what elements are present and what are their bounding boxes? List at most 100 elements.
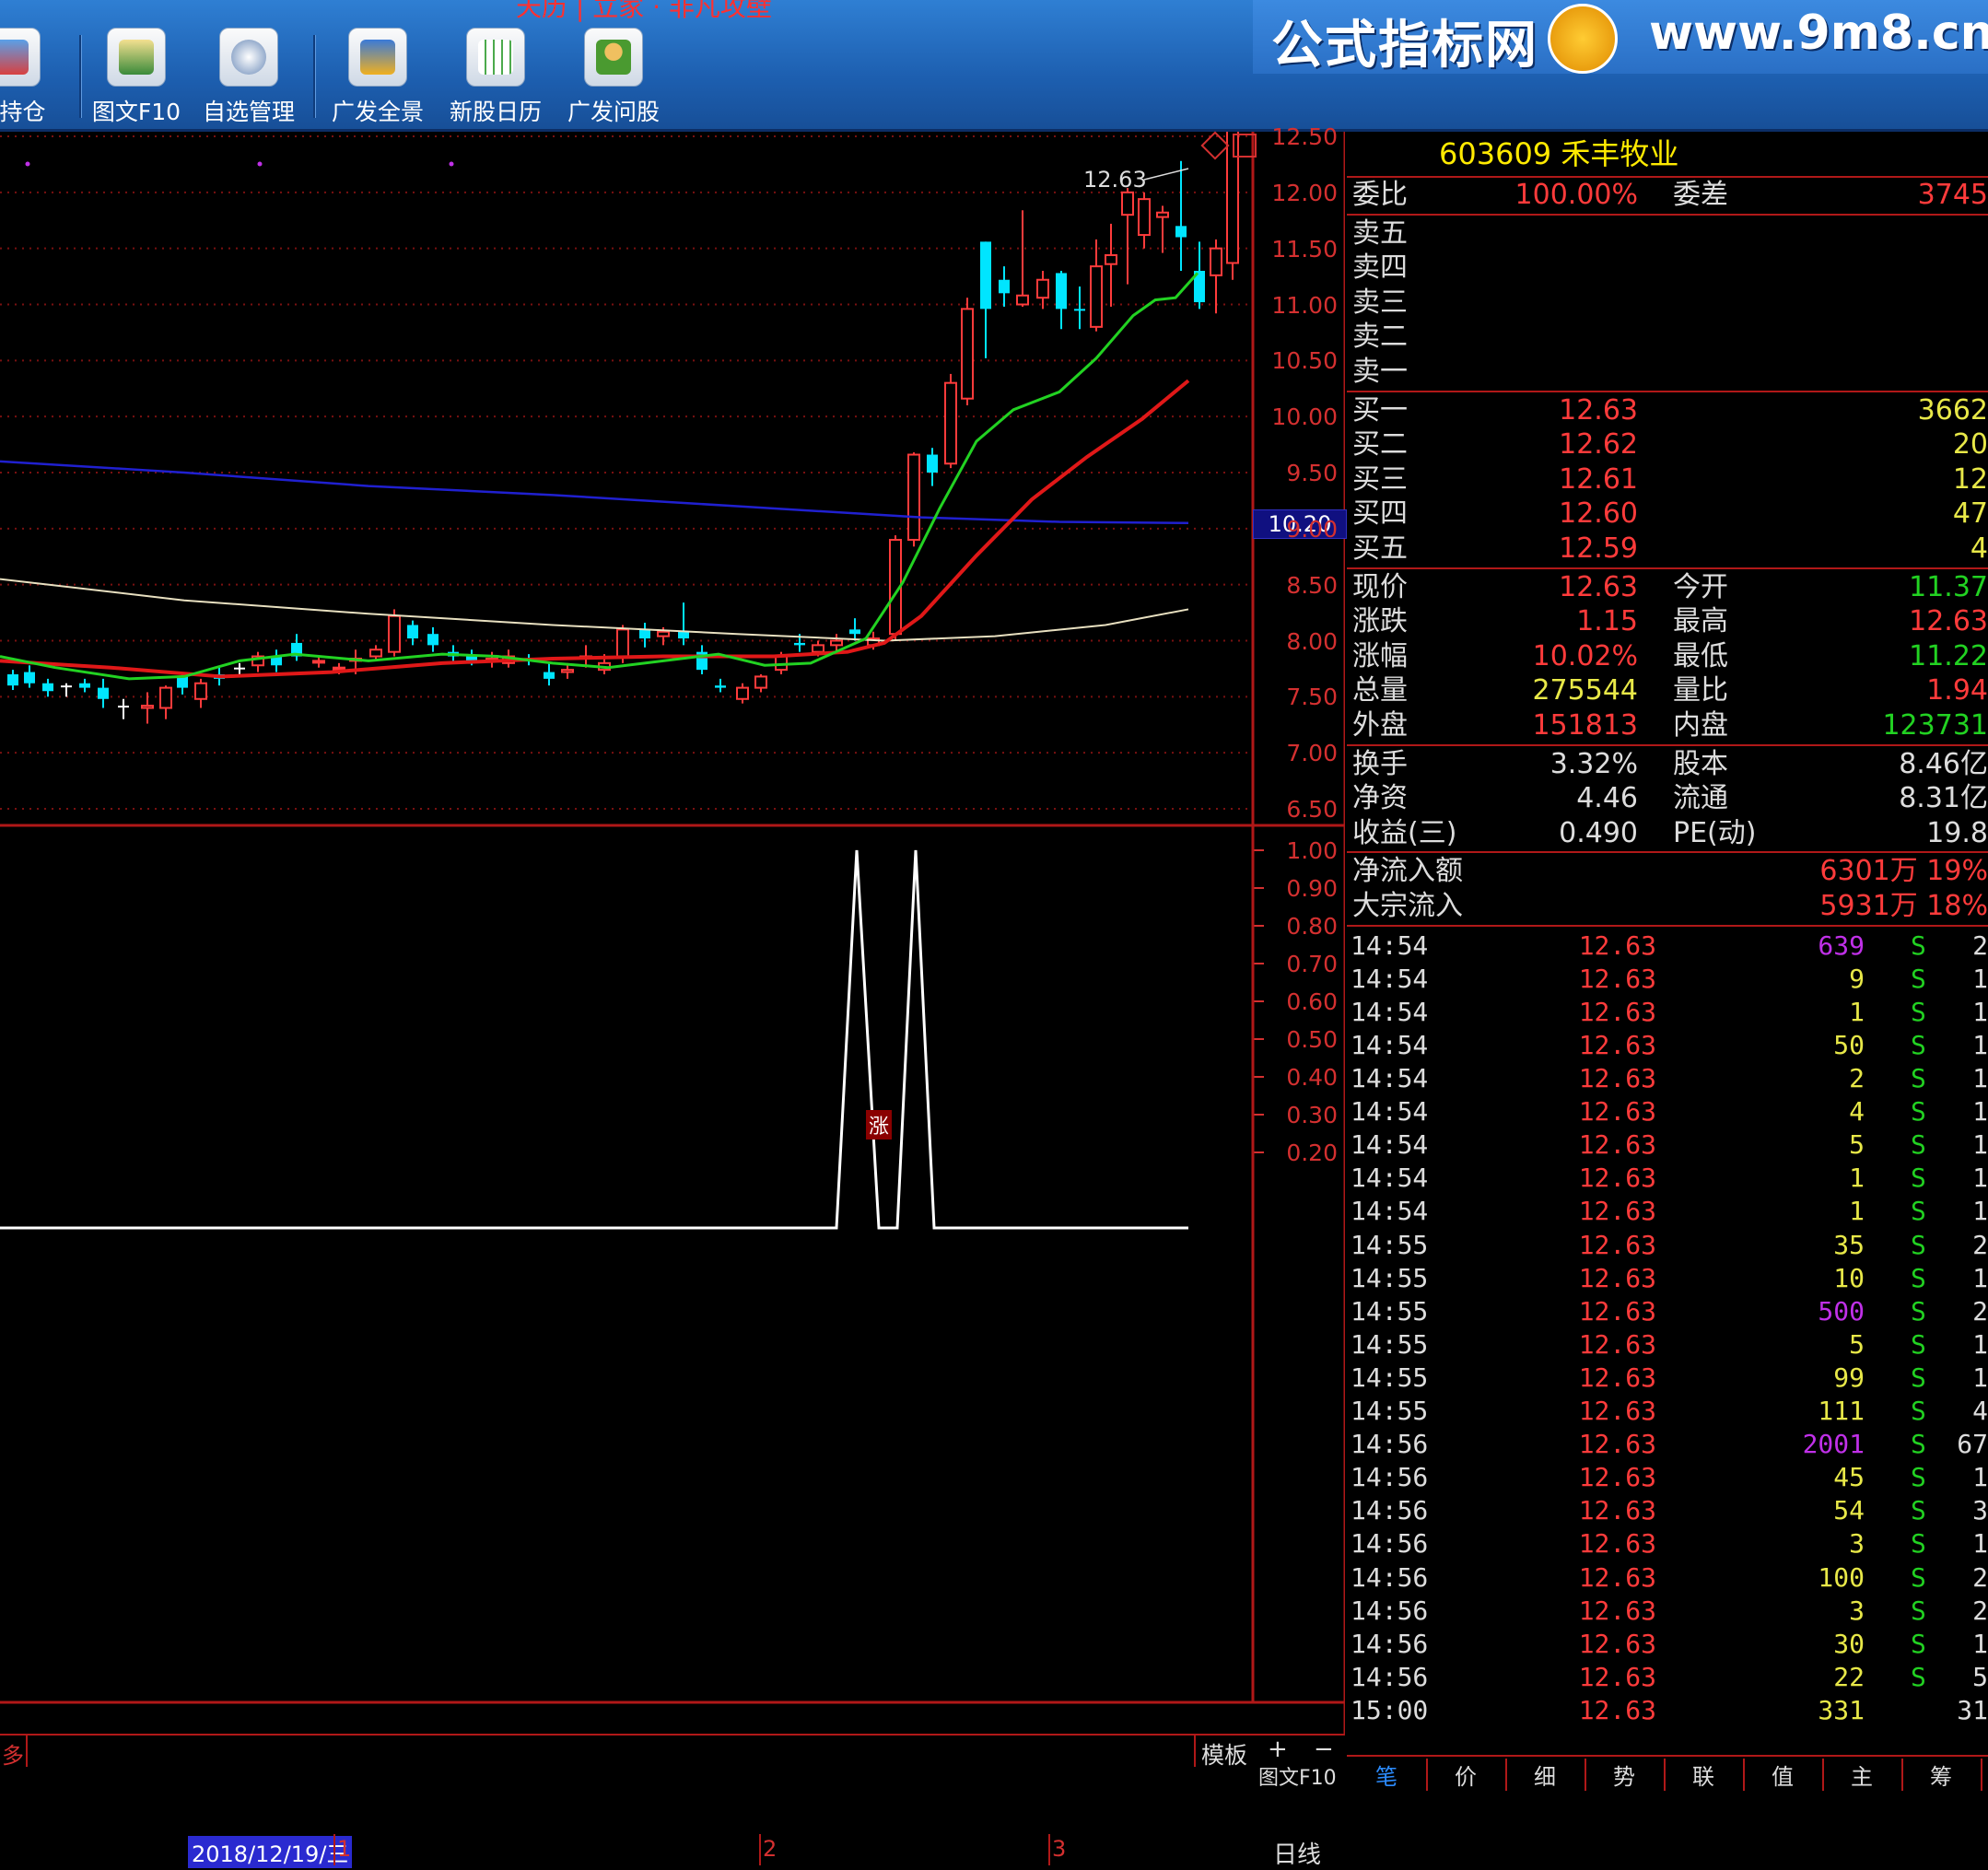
tick-row[interactable]: 14:55 12.63 99 S 1 — [1347, 1362, 1988, 1395]
tick-row[interactable]: 15:00 12.63 331 31 — [1347, 1694, 1988, 1727]
tick-row[interactable]: 14:55 12.63 111 S 4 — [1347, 1395, 1988, 1428]
candle-body — [657, 630, 670, 637]
panel-tab[interactable]: 价 — [1426, 1759, 1507, 1791]
tick-side: S — [1911, 1495, 1926, 1526]
candle-body — [1175, 226, 1187, 238]
f10-button[interactable]: 图文F10 — [81, 28, 192, 125]
tick-row[interactable]: 14:56 12.63 45 S 1 — [1347, 1461, 1988, 1494]
period-marker-2: 2 — [763, 1836, 778, 1862]
zoom-in-button[interactable]: + — [1268, 1736, 1288, 1763]
tick-volume: 3 — [1849, 1528, 1865, 1560]
tick-side: S — [1911, 1295, 1926, 1327]
tick-row[interactable]: 14:54 12.63 639 S 2 — [1347, 929, 1988, 963]
tick-row[interactable]: 14:54 12.63 1 S 1 — [1347, 1162, 1988, 1195]
panorama-button[interactable]: 广发全景 — [322, 28, 433, 125]
stat-row: 外盘 151813 内盘 123731 — [1347, 708, 1988, 742]
period-label[interactable]: 日线 — [1273, 1836, 1321, 1870]
stat-row-label: 现价 — [1352, 570, 1408, 603]
buy-level-1-label: 买一 — [1352, 393, 1408, 427]
tick-row[interactable]: 14:56 12.63 2001 S 67 — [1347, 1428, 1988, 1461]
buy-level-4-value: 12.60 — [1559, 497, 1638, 531]
buy-level-1: 买一 12.63 3662 — [1347, 393, 1988, 427]
tick-row[interactable]: 14:55 12.63 10 S 1 — [1347, 1262, 1988, 1295]
tick-volume: 9 — [1849, 963, 1865, 994]
tick-count: 1 — [1972, 1462, 1988, 1493]
tick-volume: 1 — [1849, 1163, 1865, 1194]
tick-side: S — [1911, 1528, 1926, 1560]
tick-row[interactable]: 14:56 12.63 3 S 2 — [1347, 1595, 1988, 1628]
tick-price: 12.63 — [1578, 1362, 1656, 1393]
tick-row[interactable]: 14:56 12.63 3 S 1 — [1347, 1527, 1988, 1560]
tick-time: 14:55 — [1351, 1362, 1429, 1393]
stat-row-value2: 11.22 — [1909, 639, 1988, 672]
panel-tab[interactable]: 筹 — [1901, 1759, 1982, 1791]
candle-body — [388, 614, 401, 653]
tick-row[interactable]: 14:54 12.63 1 S 1 — [1347, 1195, 1988, 1228]
watermark-logo-icon — [1548, 4, 1618, 74]
panel-tab[interactable]: 主 — [1822, 1759, 1903, 1791]
flow-row-label: 净流入额 — [1352, 855, 1463, 888]
candle-body — [715, 685, 726, 688]
tick-row[interactable]: 14:54 12.63 1 S 1 — [1347, 996, 1988, 1029]
watchlist-button[interactable]: 自选管理 — [193, 28, 304, 125]
period-marker-3: 3 — [1052, 1836, 1067, 1862]
chart-canvas[interactable] — [0, 132, 1345, 1739]
candle-body — [1074, 309, 1085, 311]
panorama-icon — [348, 28, 407, 87]
tick-price: 12.63 — [1578, 963, 1656, 994]
tick-price: 12.63 — [1578, 1528, 1656, 1560]
tick-row[interactable]: 14:55 12.63 35 S 2 — [1347, 1229, 1988, 1262]
template-button[interactable]: 模板 — [1201, 1737, 1247, 1771]
candle-body — [369, 649, 382, 658]
capital-row-value2: 8.31亿 — [1899, 782, 1988, 815]
f10-tab[interactable]: 图文F10 — [1258, 1761, 1337, 1791]
tick-row[interactable]: 14:54 12.63 2 S 1 — [1347, 1062, 1988, 1095]
price-axis-label: 8.50 — [1286, 571, 1338, 599]
ask-button[interactable]: 广发问股 — [558, 28, 669, 125]
panel-tab[interactable]: 势 — [1585, 1759, 1666, 1791]
candle-body — [944, 381, 957, 465]
panel-tab[interactable]: 联 — [1664, 1759, 1745, 1791]
kline-chart[interactable]: 1 0.20 涨 12.63 2018/12/19/三 1 2 3 日线 12.5… — [0, 123, 1347, 1869]
tick-count: 2 — [1972, 1561, 1988, 1593]
calendar-icon — [466, 28, 525, 87]
period-tick — [1048, 1834, 1050, 1865]
candle-body — [639, 629, 650, 639]
tick-row[interactable]: 14:54 12.63 5 S 1 — [1347, 1128, 1988, 1162]
buy-level-4-value2: 47 — [1952, 497, 1988, 531]
panel-tab[interactable]: 细 — [1505, 1759, 1586, 1791]
tick-row[interactable]: 14:56 12.63 22 S 5 — [1347, 1661, 1988, 1694]
tick-row[interactable]: 14:54 12.63 4 S 1 — [1347, 1095, 1988, 1128]
tick-volume: 331 — [1818, 1694, 1865, 1725]
tick-side: S — [1911, 1396, 1926, 1426]
flow-row: 大宗流入 5931万 18% — [1347, 889, 1988, 923]
tick-row[interactable]: 14:55 12.63 5 S 1 — [1347, 1328, 1988, 1362]
stat-row-label2: 最高 — [1673, 605, 1728, 638]
candle-body — [1121, 191, 1134, 216]
tick-row[interactable]: 14:55 12.63 500 S 2 — [1347, 1295, 1988, 1328]
capital-row-value2: 19.8 — [1926, 816, 1988, 849]
tick-price: 12.63 — [1578, 1694, 1656, 1725]
portfolio-label: 的持仓 — [0, 99, 46, 125]
panel-tab[interactable]: 值 — [1743, 1759, 1824, 1791]
portfolio-button[interactable]: 的持仓 — [0, 28, 66, 125]
tick-price: 12.63 — [1578, 1595, 1656, 1626]
tick-side: S — [1911, 1661, 1926, 1692]
stat-row: 总量 275544 量比 1.94 — [1347, 673, 1988, 707]
buy-level-5-value2: 4 — [1970, 532, 1988, 565]
calendar-button[interactable]: 新股日历 — [440, 28, 551, 125]
tick-row[interactable]: 14:56 12.63 54 S 3 — [1347, 1494, 1988, 1527]
tick-row[interactable]: 14:54 12.63 9 S 1 — [1347, 963, 1988, 996]
tick-count: 1 — [1972, 1196, 1988, 1227]
tick-side: S — [1911, 1229, 1926, 1260]
tick-price: 12.63 — [1578, 1229, 1656, 1260]
panel-tab[interactable]: 笔 — [1347, 1759, 1428, 1791]
tick-row[interactable]: 14:54 12.63 50 S 1 — [1347, 1029, 1988, 1062]
tick-row[interactable]: 14:56 12.63 100 S 2 — [1347, 1561, 1988, 1595]
indicator-axis-label: 1.00 — [1286, 837, 1338, 864]
maximize-icon[interactable] — [1233, 134, 1257, 158]
candle-body — [194, 682, 207, 700]
zoom-out-button[interactable]: − — [1314, 1736, 1334, 1763]
tick-row[interactable]: 14:56 12.63 30 S 1 — [1347, 1628, 1988, 1661]
tick-volume: 35 — [1833, 1229, 1865, 1260]
